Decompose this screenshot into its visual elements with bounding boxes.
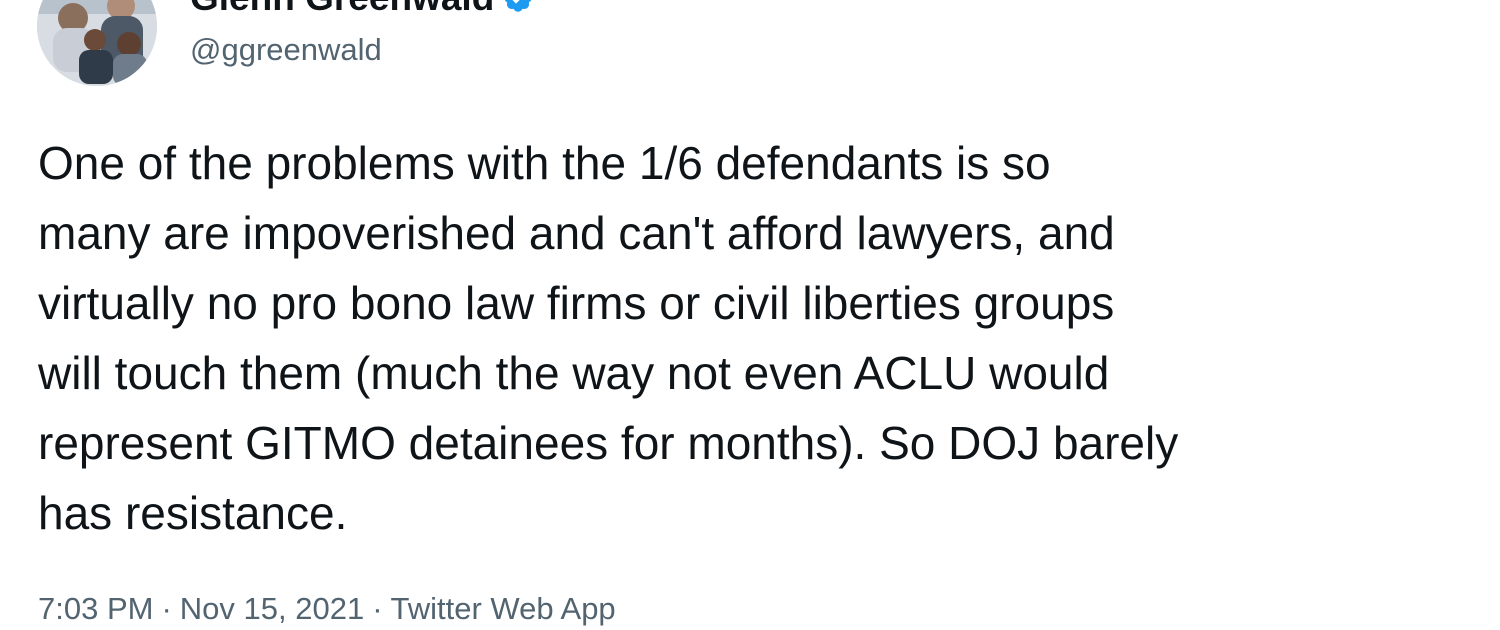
tweet-text-line: represent GITMO detainees for months). S… — [38, 417, 1179, 469]
tweet-date[interactable]: Nov 15, 2021 — [180, 591, 364, 626]
meta-separator: · — [372, 591, 383, 626]
verified-badge-icon — [502, 0, 534, 14]
author-display-name[interactable]: Glenn Greenwald — [190, 0, 534, 18]
tweet-time[interactable]: 7:03 PM — [38, 591, 153, 626]
tweet-text-line: will touch them (much the way not even A… — [38, 347, 1110, 399]
tweet-text-line: many are impoverished and can't afford l… — [38, 207, 1115, 259]
tweet-source[interactable]: Twitter Web App — [391, 591, 616, 626]
tweet-text-line: virtually no pro bono law firms or civil… — [38, 277, 1115, 329]
meta-separator: · — [161, 591, 172, 626]
author-handle[interactable]: @ggreenwald — [190, 30, 382, 70]
tweet-text: One of the problems with the 1/6 defenda… — [38, 128, 1478, 548]
tweet-text-line: has resistance. — [38, 487, 348, 539]
tweet-text-line: One of the problems with the 1/6 defenda… — [38, 137, 1051, 189]
more-options-icon[interactable] — [1418, 0, 1462, 8]
author-name-text[interactable]: Glenn Greenwald — [190, 0, 494, 18]
tweet-card: Glenn Greenwald @ggreenwald One of the p… — [0, 0, 1500, 630]
tweet-meta: 7:03 PM · Nov 15, 2021 · Twitter Web App — [38, 588, 616, 630]
avatar[interactable] — [37, 0, 157, 86]
